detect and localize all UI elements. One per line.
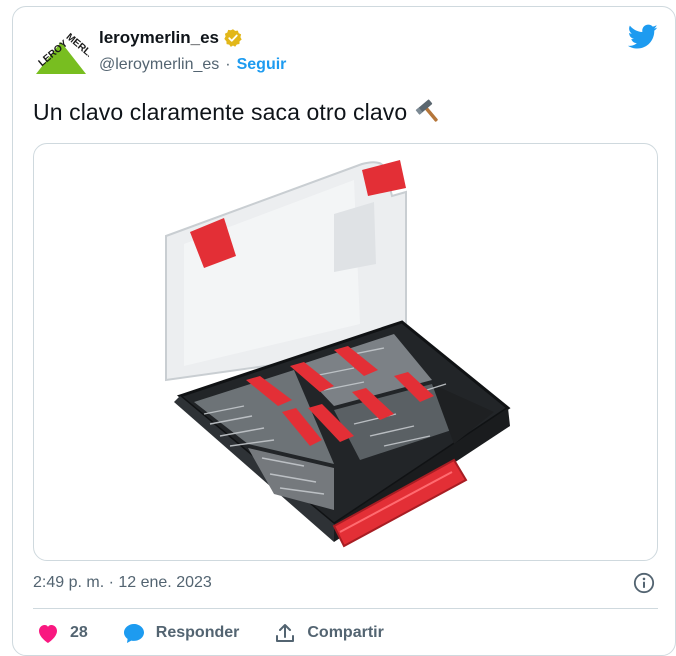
leroy-merlin-logo-avatar[interactable]: LEROY MERLIN [33,30,89,78]
tweet-body: Un clavo claramente saca otro clavo [33,98,408,125]
info-icon[interactable] [633,572,655,594]
divider [33,608,658,609]
author-name-row[interactable]: leroymerlin_es [99,28,243,48]
nail-organizer-image [165,160,511,548]
tweet-actions: 28 Responder Compartir [36,622,418,644]
reply-button[interactable]: Responder [122,622,240,644]
display-name[interactable]: leroymerlin_es [99,28,219,48]
handle-row: @leroymerlin_es · Seguir [99,56,286,74]
share-upload-icon [276,624,295,642]
twitter-bird-icon[interactable] [628,24,658,50]
share-button[interactable]: Compartir [273,622,384,644]
share-label: Compartir [307,624,384,641]
reply-label: Responder [155,624,240,641]
tweet-timestamp[interactable]: 2:49 p. m. · 12 ene. 2023 [33,574,212,592]
verified-badge-icon [224,29,242,47]
separator-dot: · [225,56,231,73]
like-count: 28 [70,624,88,641]
tweet-media-image[interactable] [33,143,658,561]
hammer-icon [415,99,439,122]
user-handle[interactable]: @leroymerlin_es [99,56,219,74]
heart-icon [39,625,57,643]
follow-button[interactable]: Seguir [237,56,287,74]
reply-bubble-icon [123,624,144,643]
tweet-text: Un clavo claramente saca otro clavo [33,98,443,126]
like-button[interactable]: 28 [36,622,88,644]
